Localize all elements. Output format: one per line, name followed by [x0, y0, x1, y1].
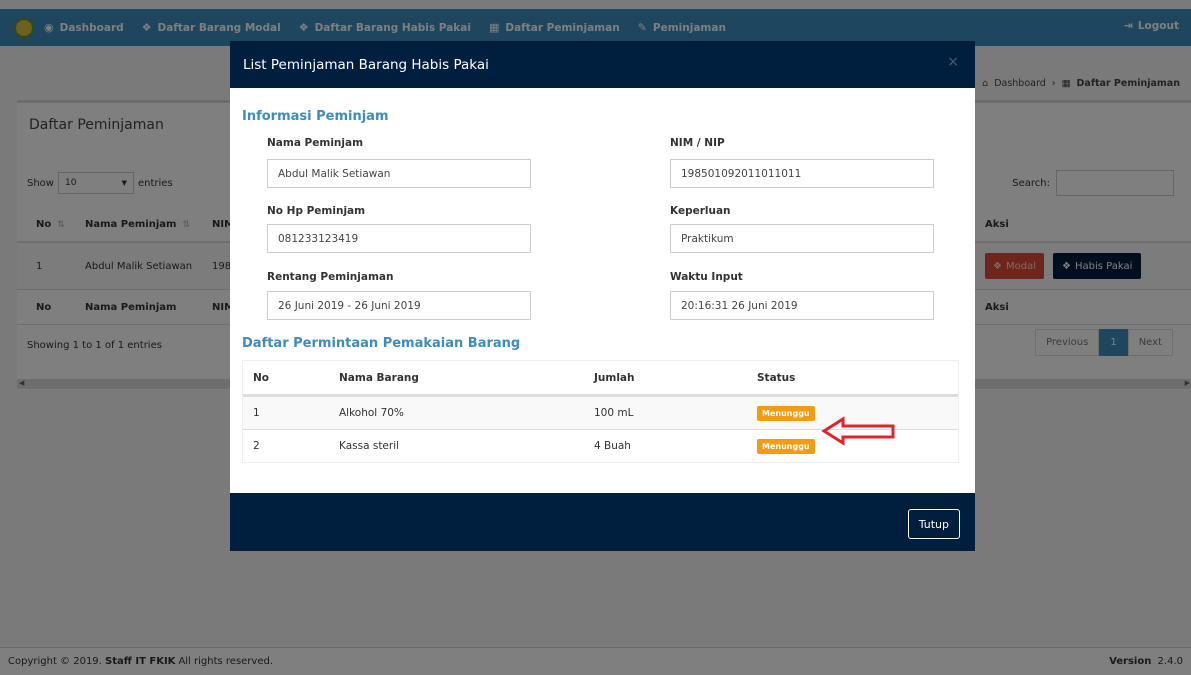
cell-no: 1 [253, 407, 260, 419]
cell-no: 2 [253, 440, 260, 452]
rentang-field[interactable]: 26 Juni 2019 - 26 Juni 2019 [267, 291, 531, 320]
modal-header: List Peminjaman Barang Habis Pakai × [230, 41, 975, 88]
header-status: Status [757, 371, 796, 384]
cell-nama-barang: Kassa steril [339, 440, 400, 452]
hp-field[interactable]: 081233123419 [267, 224, 531, 253]
cell-jumlah: 100 mL [594, 407, 634, 419]
annotation-arrow-icon [821, 416, 895, 446]
rentang-label: Rentang Peminjaman [267, 271, 394, 283]
keperluan-label: Keperluan [670, 205, 731, 217]
header-nama-barang: Nama Barang [339, 371, 419, 384]
info-section-title: Informasi Peminjam [242, 109, 389, 124]
header-jumlah: Jumlah [594, 371, 635, 384]
keperluan-field[interactable]: Praktikum [670, 224, 934, 253]
peminjaman-modal: List Peminjaman Barang Habis Pakai × Inf… [230, 41, 975, 551]
hp-label: No Hp Peminjam [267, 205, 366, 217]
waktu-field[interactable]: 20:16:31 26 Juni 2019 [670, 291, 934, 320]
list-section-title: Daftar Permintaan Pemakaian Barang [242, 336, 521, 351]
header-no: No [253, 371, 270, 384]
nim-label: NIM / NIP [670, 137, 725, 149]
request-table-header: No Nama Barang Jumlah Status [243, 361, 958, 396]
cell-nama-barang: Alkohol 70% [339, 407, 404, 419]
nim-field[interactable]: 198501092011011011 [670, 159, 934, 188]
nama-label: Nama Peminjam [267, 137, 364, 149]
status-cell: Menunggu [757, 439, 815, 454]
modal-title: List Peminjaman Barang Habis Pakai [243, 56, 489, 73]
status-cell: Menunggu [757, 406, 815, 421]
close-icon[interactable]: × [947, 54, 959, 70]
waktu-label: Waktu Input [670, 271, 743, 283]
status-badge: Menunggu [757, 406, 815, 421]
cell-jumlah: 4 Buah [594, 440, 631, 452]
status-badge: Menunggu [757, 439, 815, 454]
request-table: No Nama Barang Jumlah Status 1 Alkohol 7… [242, 360, 959, 463]
nama-field[interactable]: Abdul Malik Setiawan [267, 159, 531, 188]
modal-footer: Tutup [230, 493, 975, 551]
tutup-button[interactable]: Tutup [907, 509, 960, 539]
